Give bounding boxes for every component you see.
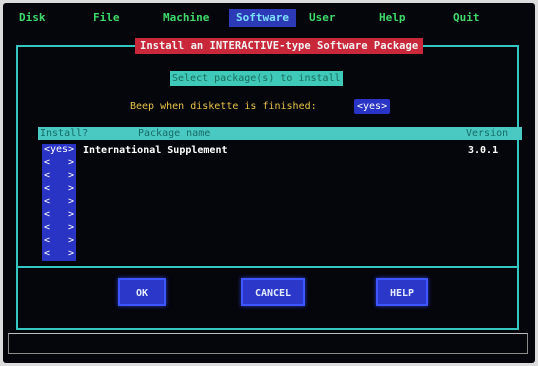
menu-help[interactable]: Help [379, 10, 406, 26]
terminal-screen: Disk File Machine Software User Help Qui… [3, 3, 535, 363]
cancel-button[interactable]: CANCEL [241, 278, 305, 306]
status-bar [8, 333, 528, 354]
menu-file[interactable]: File [93, 10, 120, 26]
ok-button[interactable]: OK [118, 278, 166, 306]
dialog-title: Install an INTERACTIVE-type Software Pac… [135, 38, 424, 54]
menu-disk[interactable]: Disk [19, 10, 46, 26]
install-toggle[interactable]: < > [42, 170, 76, 183]
package-name: International Supplement [83, 145, 228, 156]
menu-software[interactable]: Software [229, 9, 296, 27]
install-toggle[interactable]: <yes> [42, 144, 76, 157]
install-dialog: Install an INTERACTIVE-type Software Pac… [16, 38, 522, 330]
install-toggle[interactable]: < > [42, 209, 76, 222]
menu-bar: Disk File Machine Software User Help Qui… [3, 3, 535, 31]
select-prompt: Select package(s) to install [170, 71, 343, 86]
package-version: 3.0.1 [468, 145, 499, 156]
install-toggle[interactable]: < > [42, 196, 76, 209]
header-version: Version [466, 128, 509, 139]
install-column: <yes> < > < > < > < > < > < > < > < > [42, 144, 76, 261]
install-toggle[interactable]: < > [42, 183, 76, 196]
header-install: Install? [40, 128, 89, 139]
install-toggle[interactable]: < > [42, 248, 76, 261]
button-divider [18, 266, 517, 268]
beep-label: Beep when diskette is finished: [130, 101, 317, 112]
install-toggle[interactable]: < > [42, 222, 76, 235]
menu-machine[interactable]: Machine [163, 10, 209, 26]
header-package-name: Package name [138, 128, 211, 139]
beep-toggle[interactable]: <yes> [354, 99, 391, 114]
menu-quit[interactable]: Quit [453, 10, 480, 26]
menu-user[interactable]: User [309, 10, 336, 26]
help-button[interactable]: HELP [376, 278, 428, 306]
install-toggle[interactable]: < > [42, 157, 76, 170]
package-table-header: Install? Package name Version [38, 127, 522, 140]
install-toggle[interactable]: < > [42, 235, 76, 248]
